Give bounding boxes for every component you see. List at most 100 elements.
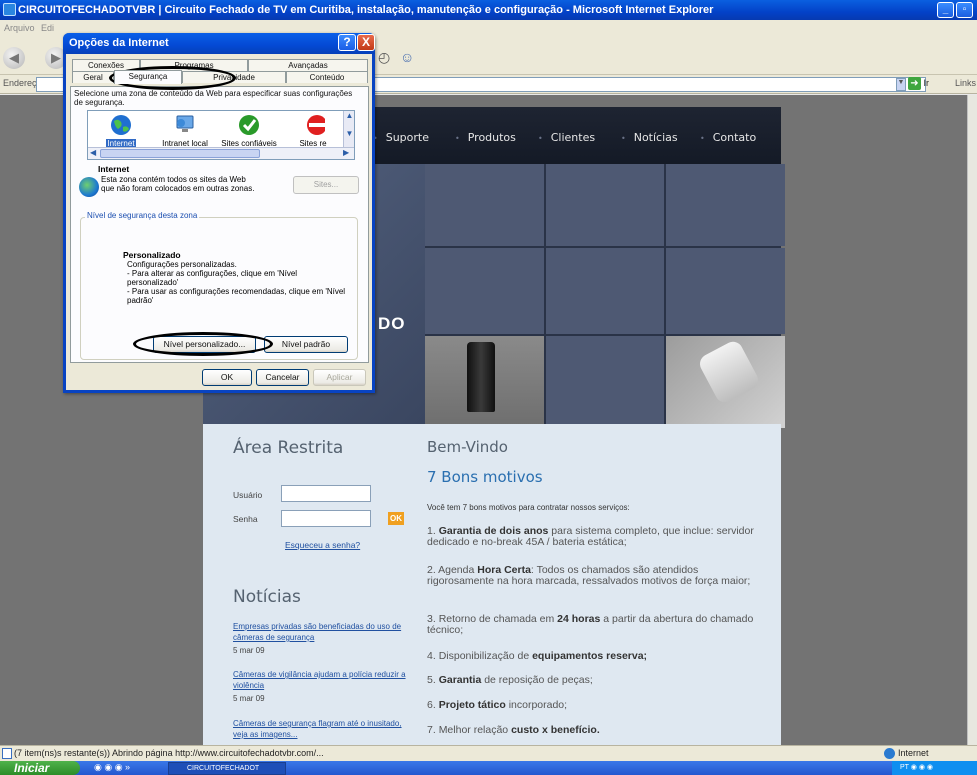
camera-image (666, 336, 785, 428)
motivo-text: de reposição de peças; (481, 674, 593, 686)
motivo-num: 4. (427, 650, 436, 662)
language-indicator[interactable]: PT (900, 764, 909, 771)
internet-options-dialog: Opções da Internet ? X Conexões Programa… (63, 33, 375, 393)
zone-internet[interactable]: Internet (88, 114, 154, 148)
senha-input[interactable] (281, 510, 371, 527)
globe-icon (79, 177, 99, 197)
history-icon[interactable]: ◴ (378, 49, 390, 66)
taskbar-ie-window[interactable]: CIRCUITOFECHADOT (168, 762, 286, 775)
dialog-title-bar[interactable]: Opções da Internet (63, 33, 375, 54)
motivo-bold: custo x benefício. (511, 724, 600, 736)
minimize-button[interactable]: _ (937, 2, 954, 18)
motivo-item: 1. Garantia de dois anos para sistema co… (427, 526, 767, 548)
ie-app-icon (3, 3, 16, 16)
news-link[interactable]: Câmeras de vigilância ajudam a polícia r… (233, 669, 413, 691)
motivo-bold: equipamentos reserva; (532, 650, 648, 662)
go-arrow-icon: ➜ (908, 77, 921, 90)
default-level-button[interactable]: Nível padrão (264, 336, 348, 353)
tab-privacidade[interactable]: Privacidade (182, 71, 286, 83)
camera-image (425, 336, 544, 428)
scroll-right-icon[interactable]: ▶ (343, 148, 349, 157)
motivo-item: 4. Disponibilização de equipamentos rese… (427, 651, 767, 662)
zone-restricted-sites[interactable]: Sites re (280, 114, 346, 148)
help-button[interactable]: ? (338, 34, 356, 51)
motivo-text: incorporado; (505, 699, 568, 711)
nav-noticias[interactable]: Notícias (621, 131, 678, 144)
network-icon (176, 115, 194, 132)
page-scrollbar[interactable] (967, 95, 977, 745)
noticias-title: Notícias (233, 587, 301, 607)
tab-seguranca[interactable]: Segurança (114, 70, 182, 84)
forgot-password-link[interactable]: Esqueceu a senha? (285, 540, 360, 550)
nav-clientes[interactable]: Clientes (538, 131, 595, 144)
news-link[interactable]: Empresas privadas são beneficiadas do us… (233, 621, 413, 643)
motivo-pre: Disponibilização de (438, 650, 533, 662)
ie-status-bar: (7 item(ns)s restante(s)) Abrindo página… (0, 745, 977, 761)
globe-icon (111, 115, 131, 135)
tab-conteudo[interactable]: Conteúdo (286, 71, 368, 83)
windows-taskbar: Iniciar ◉ ◉ ◉ » CIRCUITOFECHADOT PT ◉ ◉ … (0, 761, 977, 775)
hero-cell (666, 164, 785, 246)
quick-launch-icons[interactable]: ◉ ◉ ◉ » (94, 762, 130, 773)
address-dropdown-icon[interactable]: ▼ (896, 78, 906, 91)
bons-motivos-title: 7 Bons motivos (427, 468, 543, 486)
motivo-pre: Melhor relação (438, 724, 512, 736)
nav-produtos[interactable]: Produtos (455, 131, 516, 144)
links-label[interactable]: Links (955, 78, 976, 88)
maximize-button[interactable]: ▫ (956, 2, 973, 18)
news-link[interactable]: Câmeras de segurança flagram até o inusi… (233, 718, 413, 740)
motivo-bold: Projeto tático (438, 699, 506, 711)
senha-label: Senha (233, 514, 258, 524)
usuario-label: Usuário (233, 490, 263, 500)
menu-arquivo[interactable]: Arquivo (4, 23, 35, 33)
zone-trusted-sites[interactable]: Sites confiáveis (216, 114, 282, 148)
zone-info-text: Esta zona contém todos os sites da Web q… (101, 175, 255, 193)
news-date: 5 mar 09 (233, 694, 265, 703)
security-level-legend: Nível de segurança desta zona (85, 211, 200, 220)
hero-cell (666, 248, 785, 334)
news-date: 5 mar 09 (233, 646, 265, 655)
login-ok-button[interactable]: OK (388, 512, 404, 525)
nav-contato[interactable]: Contato (700, 131, 756, 144)
cancel-button[interactable]: Cancelar (256, 369, 309, 386)
menu-editar[interactable]: Edi (41, 23, 54, 33)
dialog-title: Opções da Internet (69, 37, 169, 49)
motivo-num: 7. (427, 724, 436, 736)
ie-title-bar: CIRCUITOFECHADOTVBR | Circuito Fechado d… (0, 0, 977, 20)
zone-list[interactable]: Internet Intranet local Sites confiáveis… (87, 110, 355, 160)
status-zone: Internet (898, 748, 929, 758)
camera-icon (467, 342, 495, 412)
motivo-num: 5. (427, 674, 436, 686)
status-message: (7 item(ns)s restante(s)) Abrindo página… (14, 748, 324, 758)
restricted-icon (307, 115, 325, 135)
users-icon[interactable]: ☺ (400, 49, 414, 65)
start-button[interactable]: Iniciar (0, 761, 80, 775)
custom-level-title: Personalizado (123, 250, 181, 260)
zone-list-vscrollbar[interactable]: ▲ ▼ (343, 111, 354, 147)
zone-hscroll-thumb[interactable] (100, 149, 260, 158)
zone-info-title: Internet (98, 164, 130, 174)
custom-level-button[interactable]: Nível personalizado... (153, 336, 256, 353)
motivo-item: 3. Retorno de chamada em 24 horas a part… (427, 614, 767, 636)
motivo-bold: 24 horas (557, 613, 601, 625)
close-button[interactable]: X (357, 34, 375, 51)
zone-intranet[interactable]: Intranet local (152, 114, 218, 148)
page-loading-icon (2, 748, 12, 759)
zone-list-hscrollbar[interactable]: ◀ ▶ (88, 147, 354, 159)
sites-button[interactable]: Sites... (293, 176, 359, 194)
back-icon[interactable]: ◀ (3, 47, 25, 69)
usuario-input[interactable] (281, 485, 371, 502)
hero-cell (546, 336, 664, 428)
nav-suporte[interactable]: Suporte (373, 131, 429, 144)
ok-button[interactable]: OK (202, 369, 252, 386)
hero-grid (425, 164, 785, 428)
motivo-item: 2. Agenda Hora Certa: Todos os chamados … (427, 565, 767, 587)
intro-text: Você tem 7 bons motivos para contratar n… (427, 503, 630, 512)
tab-geral[interactable]: Geral (72, 71, 114, 83)
go-button[interactable]: ➜ Ir (908, 77, 938, 92)
scroll-left-icon[interactable]: ◀ (90, 148, 96, 157)
system-tray: PT ◉ ◉ ◉ (892, 761, 977, 775)
tab-avancadas[interactable]: Avançadas (248, 59, 368, 71)
checkmark-icon (239, 115, 259, 135)
apply-button[interactable]: Aplicar (313, 369, 366, 386)
